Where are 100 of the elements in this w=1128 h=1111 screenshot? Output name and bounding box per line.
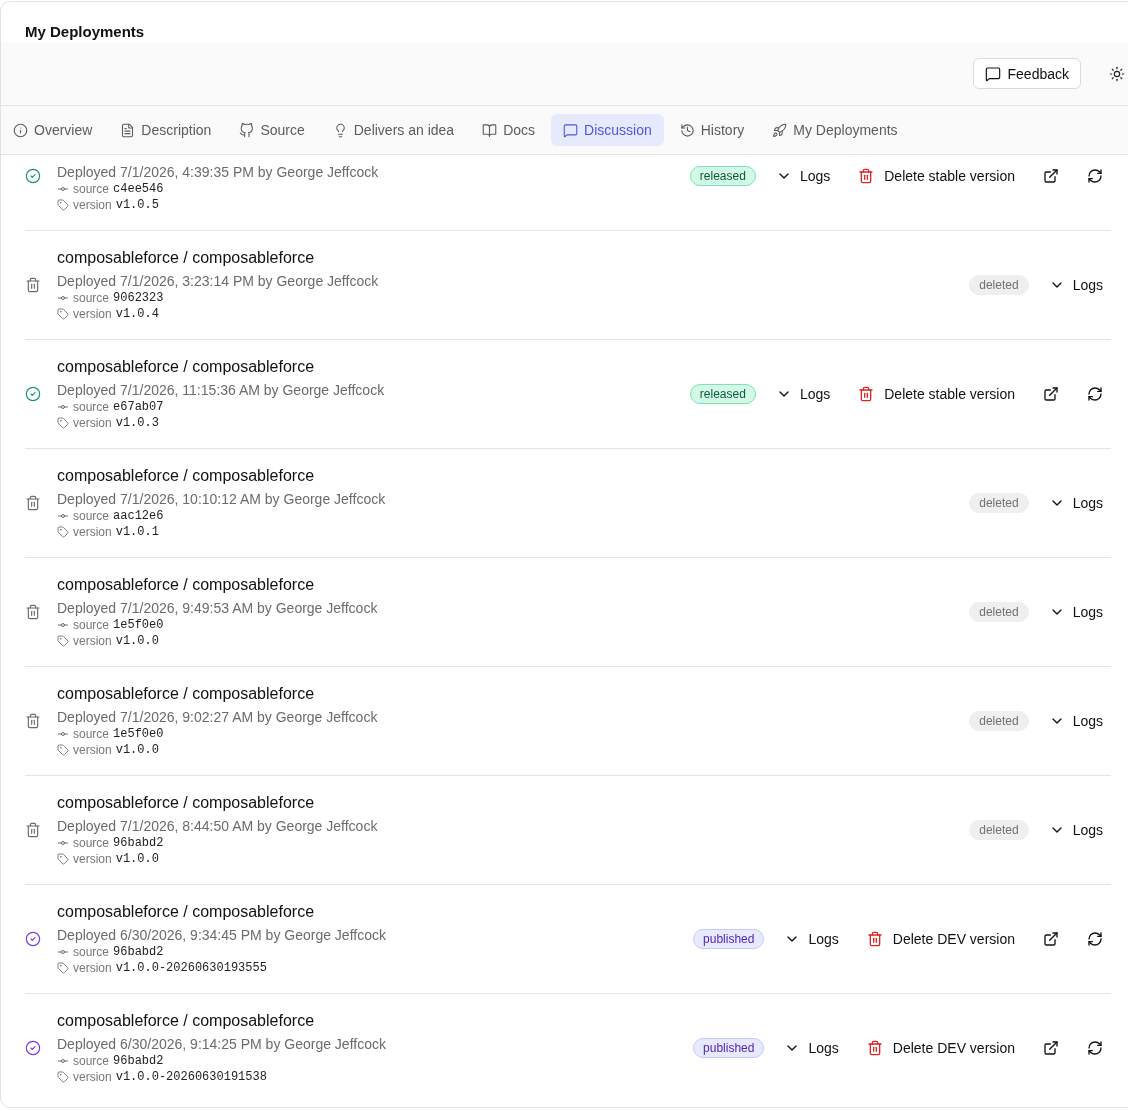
- deployment-title: composableforce / composableforce: [57, 902, 316, 922]
- tab[interactable]: Source: [227, 114, 317, 146]
- version-number: v1.0.0: [115, 742, 159, 758]
- version-label: version: [73, 1069, 112, 1085]
- source-label: source: [73, 835, 110, 851]
- version-number: v1.0.5: [115, 197, 159, 213]
- delete-button[interactable]: Delete DEV version: [858, 1034, 1023, 1062]
- tab[interactable]: Delivers an idea: [320, 114, 467, 146]
- history-icon: [679, 122, 695, 138]
- check-circle-icon: [25, 1040, 41, 1056]
- tab[interactable]: My Deployments: [760, 114, 910, 146]
- status-badge: released: [689, 166, 756, 186]
- tab[interactable]: History: [667, 114, 757, 146]
- source-label: source: [73, 944, 110, 960]
- github-icon: [239, 122, 255, 138]
- commit-hash: 96babd2: [113, 1053, 164, 1069]
- sun-icon[interactable]: [1109, 65, 1125, 82]
- logs-button[interactable]: Logs: [767, 162, 839, 190]
- chat-bubble-icon: [563, 122, 579, 138]
- rocket-icon: [772, 122, 788, 138]
- tab[interactable]: Overview: [1, 114, 105, 146]
- check-circle-icon: [25, 168, 41, 184]
- external-link-icon: [1043, 168, 1059, 184]
- delete-button[interactable]: Delete stable version: [850, 380, 1023, 408]
- check-circle-icon: [25, 931, 41, 947]
- version-label: version: [73, 742, 112, 758]
- source-label: source: [73, 617, 110, 633]
- deployment-title: composableforce / composableforce: [57, 684, 316, 704]
- tag-icon: [57, 199, 69, 211]
- external-link-icon: [1043, 386, 1059, 402]
- delete-button[interactable]: Delete DEV version: [858, 925, 1023, 953]
- trash-icon: [25, 604, 41, 620]
- logs-button[interactable]: Logs: [1040, 489, 1111, 517]
- deployment-info: Deployed 7/1/2026, 11:15:36 AM by George Jeffcock: [57, 381, 386, 399]
- status-badge: published: [693, 929, 765, 949]
- external-link-icon: [1043, 931, 1059, 947]
- source-label: source: [73, 290, 110, 306]
- tag-icon: [57, 635, 69, 647]
- version-label: version: [73, 306, 112, 322]
- tag-icon: [57, 526, 69, 538]
- feedback-button[interactable]: Feedback: [972, 58, 1081, 89]
- logs-button[interactable]: Logs: [776, 925, 847, 953]
- version-label: version: [73, 415, 112, 431]
- logs-button[interactable]: Logs: [1040, 816, 1111, 844]
- status-badge: deleted: [969, 493, 1029, 513]
- commit-hash: 1e5f0e0: [113, 726, 164, 742]
- deployment-title: composableforce / composableforce: [57, 248, 316, 268]
- source-label: source: [73, 1053, 110, 1069]
- page-title: My Deployments: [25, 22, 146, 42]
- logs-button[interactable]: Logs: [1040, 707, 1111, 735]
- logs-button[interactable]: Logs: [1040, 598, 1111, 626]
- logs-button[interactable]: Logs: [1040, 271, 1111, 299]
- deployment-info: Deployed 7/1/2026, 8:44:50 AM by George Jeffcock: [57, 817, 379, 835]
- version-number: v1.0.0-20260630191538: [115, 1069, 267, 1085]
- version-number: v1.0.0: [115, 633, 159, 649]
- trash-icon: [866, 1040, 883, 1056]
- commit-hash: 96babd2: [113, 835, 164, 851]
- status-badge: deleted: [969, 602, 1029, 622]
- status-badge: published: [693, 1038, 765, 1058]
- deployment-title: composableforce / composableforce: [57, 575, 316, 595]
- version-number: v1.0.0: [115, 851, 159, 867]
- status-badge: released: [689, 384, 756, 404]
- tab[interactable]: Discussion: [551, 114, 664, 146]
- deployment-info: Deployed 7/1/2026, 9:02:27 AM by George Jeffcock: [57, 708, 379, 726]
- external-link-icon: [1043, 1040, 1059, 1056]
- status-badge: deleted: [969, 275, 1029, 295]
- source-label: source: [73, 399, 110, 415]
- deployment-title: composableforce / composableforce: [57, 357, 316, 377]
- trash-icon: [25, 713, 41, 729]
- deployment-info: Deployed 7/1/2026, 9:49:53 AM by George Jeffcock: [57, 599, 379, 617]
- refresh-icon: [1087, 168, 1103, 184]
- version-number: v1.0.0-20260630193555: [115, 960, 267, 976]
- tab[interactable]: Docs: [470, 114, 548, 146]
- commit-hash: aac12e6: [113, 508, 164, 524]
- source-label: source: [73, 726, 110, 742]
- source-label: source: [73, 508, 110, 524]
- refresh-icon: [1087, 386, 1103, 402]
- logs-button[interactable]: Logs: [776, 1034, 847, 1062]
- version-label: version: [73, 524, 112, 540]
- version-number: v1.0.3: [115, 415, 159, 431]
- deployment-info: Deployed 7/1/2026, 10:10:12 AM by George Jeffcock: [57, 490, 387, 508]
- info-icon: [13, 122, 28, 138]
- trash-icon: [25, 495, 41, 511]
- commit-hash: 1e5f0e0: [113, 617, 164, 633]
- trash-icon: [25, 277, 41, 293]
- trash-icon: [858, 168, 875, 184]
- version-number: v1.0.1: [115, 524, 159, 540]
- tag-icon: [57, 308, 69, 320]
- trash-icon: [25, 822, 41, 838]
- chat-bubble-icon: [984, 65, 1001, 82]
- version-number: v1.0.4: [115, 306, 159, 322]
- delete-button[interactable]: Delete stable version: [850, 162, 1023, 190]
- version-label: version: [73, 960, 112, 976]
- file-text-icon: [120, 122, 136, 138]
- commit-hash: e67ab07: [113, 399, 164, 415]
- tag-icon: [57, 1071, 69, 1083]
- logs-button[interactable]: Logs: [767, 380, 839, 408]
- refresh-icon: [1087, 1040, 1103, 1056]
- tab[interactable]: Description: [108, 114, 224, 146]
- version-label: version: [73, 633, 112, 649]
